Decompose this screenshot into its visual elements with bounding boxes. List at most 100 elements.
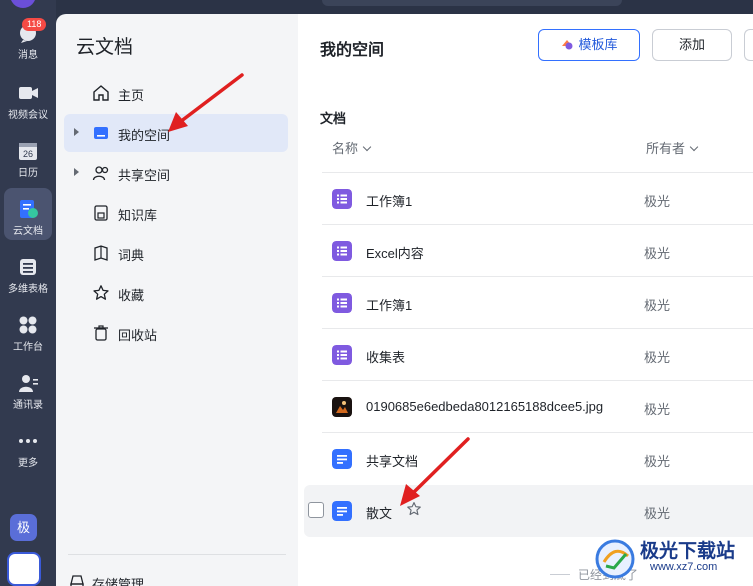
rail-item-cloud-docs[interactable]: 云文档	[4, 188, 52, 240]
storage-icon	[70, 575, 84, 586]
row-checkbox[interactable]	[308, 502, 324, 518]
workplace-icon	[19, 316, 37, 334]
title-bar	[56, 0, 753, 14]
file-row[interactable]: 共享文档 极光	[322, 432, 753, 484]
spreadsheet-icon	[332, 293, 352, 313]
rail-item-more[interactable]: 更多	[0, 430, 56, 469]
sidebar-item-wiki[interactable]: 知识库	[64, 194, 288, 232]
file-name: 0190685e6edbeda8012165188dcee5.jpg	[366, 399, 604, 414]
rail-item-video[interactable]: 视频会议	[0, 82, 56, 121]
new-button[interactable]	[744, 29, 753, 61]
contacts-icon	[19, 375, 38, 392]
doc-icon	[332, 501, 352, 521]
main-panel: 我的空间 模板库 添加 文档 名称 所有者 工作簿1 极光 Excel内容 极光…	[298, 14, 753, 586]
calendar-icon: 26	[19, 143, 37, 160]
rail-item-base[interactable]: 多维表格	[0, 256, 56, 295]
file-owner: 极光	[644, 298, 671, 313]
file-row-hovered[interactable]: 散文 极光	[304, 485, 753, 537]
file-name: 工作簿1	[366, 298, 413, 313]
spreadsheet-icon	[332, 189, 352, 209]
sidebar-item-label: 主页	[118, 88, 145, 103]
divider	[68, 554, 286, 555]
file-owner: 极光	[644, 402, 671, 417]
file-row[interactable]: 收集表 极光	[322, 328, 753, 380]
file-row[interactable]: Excel内容 极光	[322, 224, 753, 276]
rail-item-messages[interactable]: 消息 118	[0, 18, 56, 61]
section-heading: 文档	[320, 111, 347, 126]
watermark-title: 极光下载站	[640, 541, 736, 562]
cloud-docs-icon	[20, 200, 38, 218]
image-thumbnail-icon	[332, 397, 352, 417]
rail-item-contacts[interactable]: 通讯录	[0, 372, 56, 411]
rail-item-workplace[interactable]: 工作台	[0, 314, 56, 353]
template-library-label: 模板库	[578, 37, 618, 52]
file-row[interactable]: 0190685e6edbeda8012165188dcee5.jpg 极光	[322, 380, 753, 432]
rail-label: 更多	[18, 458, 38, 469]
column-header-name[interactable]: 名称	[332, 138, 372, 157]
column-header-label: 所有者	[646, 141, 686, 156]
base-icon	[20, 259, 36, 275]
column-header-owner[interactable]: 所有者	[646, 138, 699, 157]
column-header-label: 名称	[332, 141, 359, 156]
rail-label: 消息	[18, 50, 38, 61]
expand-caret-icon[interactable]	[74, 168, 79, 176]
chevron-down-icon	[362, 142, 372, 152]
wiki-icon	[94, 205, 108, 221]
file-row[interactable]: 工作簿1 极光	[322, 172, 753, 224]
file-owner: 极光	[644, 194, 671, 209]
my-space-icon	[94, 127, 108, 139]
search-bar[interactable]	[322, 0, 622, 6]
watermark-logo-icon	[595, 539, 635, 579]
sidebar-item-label: 词典	[118, 248, 145, 263]
file-owner: 极光	[644, 350, 671, 365]
spreadsheet-icon	[332, 241, 352, 261]
svg-text:26: 26	[23, 149, 33, 159]
more-icon	[19, 439, 37, 443]
page-title: 我的空间	[320, 42, 385, 59]
app-rail: 消息 118 视频会议 26 日历 云文档 多维表格 工作台 通讯录 更多 极	[0, 0, 56, 586]
file-owner: 极光	[644, 246, 671, 261]
workspace-avatar[interactable]: 极	[10, 514, 37, 541]
template-icon	[562, 40, 573, 50]
unread-badge: 118	[22, 18, 47, 31]
trash-icon	[94, 325, 108, 341]
form-icon	[332, 345, 352, 365]
rail-label: 日历	[18, 168, 38, 179]
rail-label: 云文档	[13, 226, 43, 237]
annotation-arrow-icon	[168, 73, 244, 132]
home-icon	[93, 85, 109, 101]
file-owner: 极光	[644, 506, 671, 521]
file-row[interactable]: 工作簿1 极光	[322, 276, 753, 328]
sidebar-item-shared-space[interactable]: 共享空间	[64, 154, 288, 192]
rail-label: 工作台	[13, 342, 43, 353]
sidebar-item-label: 回收站	[118, 328, 158, 343]
doc-icon	[332, 449, 352, 469]
rail-label: 多维表格	[8, 284, 48, 295]
user-avatar[interactable]	[10, 0, 36, 8]
app-launcher-icon[interactable]	[7, 552, 41, 586]
expand-caret-icon[interactable]	[74, 128, 79, 136]
rail-label: 视频会议	[8, 110, 48, 121]
sidebar-item-favorites[interactable]: 收藏	[64, 274, 288, 312]
video-icon	[19, 87, 38, 99]
annotation-arrow-icon	[400, 437, 470, 506]
star-icon	[93, 285, 109, 300]
sidebar-item-dictionary[interactable]: 词典	[64, 234, 288, 272]
sidebar-item-label: 共享空间	[118, 168, 171, 183]
dictionary-icon	[94, 245, 108, 261]
sidebar-item-label: 收藏	[118, 288, 145, 303]
divider	[550, 574, 570, 575]
file-name: 工作簿1	[366, 194, 413, 209]
storage-management-link[interactable]: 存储管理	[92, 574, 144, 586]
rail-label: 通讯录	[13, 400, 43, 411]
sidebar-item-label: 知识库	[118, 208, 158, 223]
sidebar-title: 云文档	[76, 37, 134, 58]
sidebar-item-trash[interactable]: 回收站	[64, 314, 288, 352]
add-button[interactable]: 添加	[652, 29, 732, 61]
template-library-button[interactable]: 模板库	[538, 29, 640, 61]
rail-item-calendar[interactable]: 26 日历	[0, 140, 56, 179]
file-name: Excel内容	[366, 246, 424, 261]
file-name: 收集表	[366, 350, 406, 365]
chevron-down-icon	[689, 142, 699, 152]
watermark-url: www.xz7.com	[650, 561, 718, 573]
